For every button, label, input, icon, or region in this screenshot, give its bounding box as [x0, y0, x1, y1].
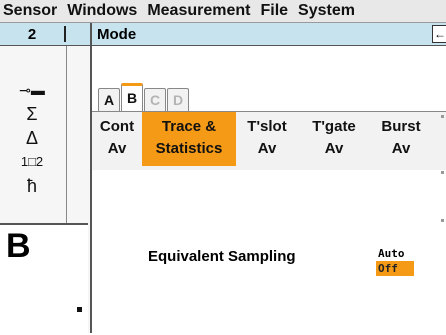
menu-file[interactable]: File	[255, 0, 293, 22]
function-tgate-av[interactable]: T'gate Av	[298, 112, 370, 166]
menu-measurement[interactable]: Measurement	[142, 0, 255, 22]
window-letter: B	[6, 227, 31, 265]
function-burst-av[interactable]: Burst Av	[370, 112, 432, 166]
mode-panel: Mode ← A B C D Cont Av Trace & Statistic…	[92, 23, 446, 333]
function-trace-statistics[interactable]: Trace & Statistics	[142, 112, 236, 166]
function-label: Cont	[99, 118, 135, 135]
sidebar-icons: ⊸▬ Σ Δ 1□2 ħ	[0, 46, 66, 236]
channel-number: 2	[27, 25, 37, 43]
channel-header[interactable]: 2	[0, 23, 90, 46]
tuner-icon[interactable]: ħ	[2, 176, 62, 197]
function-selector: Cont Av Trace & Statistics T'slot Av T'g…	[92, 111, 446, 171]
menu-sensor[interactable]: Sensor	[0, 0, 62, 22]
panel-title-bar: Mode ←	[92, 23, 446, 46]
menu-windows[interactable]: Windows	[62, 0, 142, 22]
ratio-icon[interactable]: 1□2	[2, 154, 62, 169]
marker-dot	[77, 307, 82, 312]
sidebar: 2 ⊸▬ Σ Δ 1□2 ħ B	[0, 23, 92, 335]
option-auto[interactable]: Auto	[376, 246, 414, 261]
tab-c: C	[144, 88, 166, 111]
sigma-icon[interactable]: Σ	[2, 104, 62, 125]
menu-system[interactable]: System	[293, 0, 360, 22]
function-label: Av	[107, 140, 127, 157]
window-tabs: A B C D	[98, 83, 190, 113]
scroll-tick	[441, 171, 444, 174]
function-label: T'gate	[312, 118, 356, 135]
function-tslot-av[interactable]: T'slot Av	[236, 112, 298, 166]
function-label: Av	[257, 140, 277, 157]
tab-d: D	[167, 88, 189, 111]
sidebar-divider	[66, 46, 67, 241]
function-label: Trace &	[161, 118, 217, 135]
option-off[interactable]: Off	[376, 261, 414, 276]
scroll-tick	[441, 115, 444, 118]
window-b-preview[interactable]: B	[0, 223, 88, 335]
back-arrow-icon[interactable]: ←	[432, 25, 446, 43]
function-cont-av[interactable]: Cont Av	[92, 112, 142, 166]
equivalent-sampling-label: Equivalent Sampling	[148, 248, 296, 265]
function-label: Statistics	[155, 140, 223, 157]
function-label: Av	[391, 140, 411, 157]
delta-icon[interactable]: Δ	[2, 128, 62, 149]
panel-title: Mode	[97, 25, 137, 43]
menu-bar: Sensor Windows Measurement File System	[0, 0, 446, 23]
settings-area: Equivalent Sampling Auto Off	[92, 170, 446, 333]
channel-divider	[64, 26, 66, 42]
function-label: T'slot	[247, 118, 287, 135]
function-label: Burst	[381, 118, 421, 135]
scroll-tick	[441, 219, 444, 222]
sensor-probe-icon[interactable]: ⊸▬	[2, 82, 62, 99]
tab-a[interactable]: A	[98, 88, 120, 111]
function-label: Av	[324, 140, 344, 157]
tab-b[interactable]: B	[121, 83, 143, 113]
